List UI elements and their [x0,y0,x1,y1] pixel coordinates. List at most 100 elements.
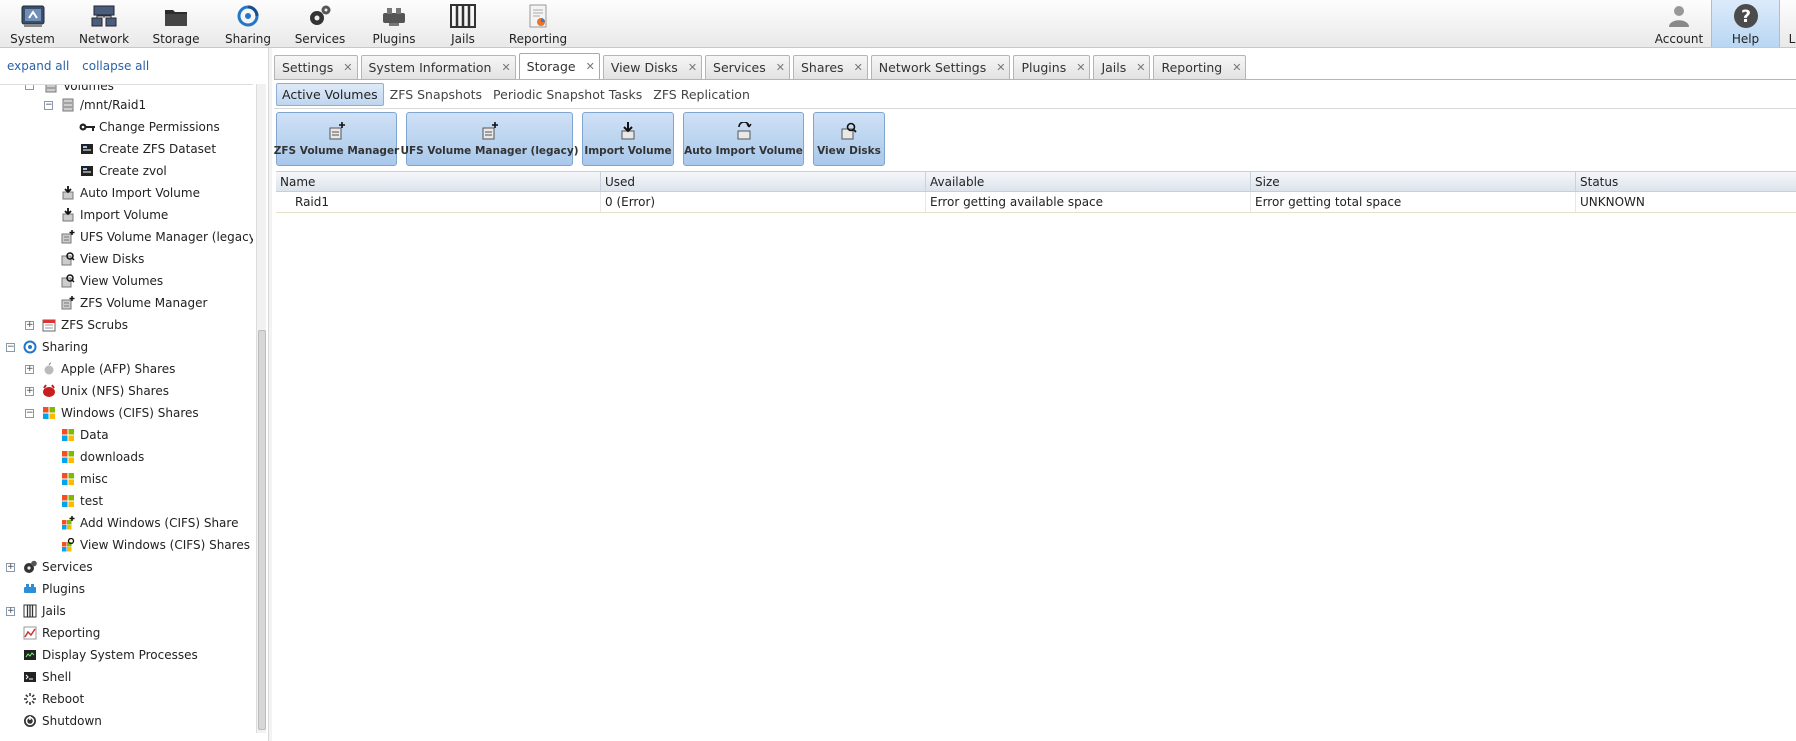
close-icon[interactable]: ✕ [688,61,697,74]
toolbar-help-button[interactable]: ? Help [1711,0,1780,47]
tree-node-sharing[interactable]: Sharing [22,337,88,357]
tab-shares[interactable]: Shares ✕ [792,55,868,79]
toolbar-sharing-button[interactable]: Sharing [223,0,273,47]
close-icon[interactable]: ✕ [1232,61,1241,74]
tree-node-share-test[interactable]: test [60,491,103,511]
tree-node-shutdown[interactable]: Shutdown [22,711,102,731]
apple-icon [41,361,57,377]
windows-icon [41,405,57,421]
volume-add-icon [480,121,500,141]
subtab-periodic-snapshot-tasks[interactable]: Periodic Snapshot Tasks [488,84,647,105]
tree-node-reporting[interactable]: Reporting [22,623,100,643]
tree-toggle-nfs[interactable]: + [25,387,34,396]
tree-node-display-system-processes[interactable]: Display System Processes [22,645,198,665]
tree-node-auto-import-volume[interactable]: Auto Import Volume [60,183,200,203]
cell-size: Error getting total space [1251,192,1576,212]
tree-node-share-misc[interactable]: misc [60,469,108,489]
tree-controls: expand all collapse all [7,59,158,73]
close-icon[interactable]: ✕ [586,60,595,73]
tree-node-mnt-raid1[interactable]: /mnt/Raid1 [60,95,146,115]
close-icon[interactable]: ✕ [1136,61,1145,74]
tree-scrollbar[interactable] [256,84,266,733]
tree-toggle-services[interactable]: + [6,563,15,572]
tab-plugins[interactable]: Plugins ✕ [1013,55,1091,79]
volume-add-icon [327,121,347,141]
tree-node-shell[interactable]: Shell [22,667,71,687]
tree-toggle-afp[interactable]: + [25,365,34,374]
view-disks-button[interactable]: View Disks [813,112,885,166]
tab-storage[interactable]: Storage ✕ [518,53,600,79]
close-icon[interactable]: ✕ [1076,61,1085,74]
table-row[interactable]: Raid1 0 (Error) Error getting available … [276,192,1796,213]
tree-node-view-cifs-shares[interactable]: View Windows (CIFS) Shares [60,535,250,555]
toolbar-system-button[interactable]: System [10,0,55,47]
cell-name: Raid1 [276,192,601,212]
tree-node-view-volumes[interactable]: View Volumes [60,271,163,291]
tree-node-ufs-volume-manager[interactable]: UFS Volume Manager (legacy) [60,227,253,247]
toolbar-storage-button[interactable]: Storage [150,0,202,47]
tree-toggle-sharing[interactable]: − [6,343,15,352]
close-icon[interactable]: ✕ [996,61,1005,74]
close-icon[interactable]: ✕ [776,61,785,74]
tree-node-import-volume[interactable]: Import Volume [60,205,168,225]
column-header-available[interactable]: Available [926,172,1251,191]
tab-settings[interactable]: Settings ✕ [274,55,358,79]
subtab-active-volumes[interactable]: Active Volumes [276,82,384,106]
sharing-icon [235,3,261,29]
toolbar-services-button[interactable]: Services [293,0,347,47]
tree-node-nfs-shares[interactable]: Unix (NFS) Shares [41,381,169,401]
tree-node-share-downloads[interactable]: downloads [60,447,144,467]
tree-node-create-zvol[interactable]: Create zvol [79,161,167,181]
ufs-volume-manager-button[interactable]: UFS Volume Manager (legacy) [400,112,579,166]
tree-node-cifs-shares[interactable]: Windows (CIFS) Shares [41,403,199,423]
tree-node-jails[interactable]: Jails [22,601,66,621]
expand-all-link[interactable]: expand all [7,59,69,73]
subtab-zfs-snapshots[interactable]: ZFS Snapshots [385,84,487,105]
column-header-status[interactable]: Status [1576,172,1796,191]
tree-toggle-zfs-scrubs[interactable]: + [25,321,34,330]
tab-jails[interactable]: Jails ✕ [1093,55,1151,79]
auto-import-volume-button[interactable]: Auto Import Volume [683,112,804,166]
tree-toggle-mnt-raid1[interactable]: − [44,101,53,110]
tree-node-change-permissions[interactable]: Change Permissions [79,117,220,137]
tree-node-view-disks[interactable]: View Disks [60,249,144,269]
close-icon[interactable]: ✕ [343,61,352,74]
tab-view-disks[interactable]: View Disks ✕ [602,55,703,79]
tab-reporting[interactable]: Reporting ✕ [1153,55,1247,79]
toolbar-reporting-button[interactable]: Reporting [508,0,568,47]
close-icon[interactable]: ✕ [854,61,863,74]
tree-node-services[interactable]: Services [22,557,93,577]
toolbar-plugins-button[interactable]: Plugins [370,0,418,47]
column-header-name[interactable]: Name [276,172,601,191]
toolbar-network-button[interactable]: Network [79,0,129,47]
zfs-volume-manager-button[interactable]: ZFS Volume Manager [274,112,399,166]
table-header: Name Used Available Size Status [276,171,1796,192]
collapse-all-link[interactable]: collapse all [82,59,149,73]
tree-node-zfs-scrubs[interactable]: ZFS Scrubs [41,315,128,335]
tab-network-settings[interactable]: Network Settings ✕ [870,55,1011,79]
toolbar-jails-button[interactable]: Jails [446,0,480,47]
tree-node-afp-shares[interactable]: Apple (AFP) Shares [41,359,175,379]
tree-node-reboot[interactable]: Reboot [22,689,84,709]
toolbar-account-button[interactable]: Account [1654,0,1704,47]
column-header-size[interactable]: Size [1251,172,1576,191]
tree-scrollbar-thumb[interactable] [258,330,266,730]
panel-splitter[interactable] [268,48,272,741]
tree-node-share-data[interactable]: Data [60,425,109,445]
tree-node-add-cifs-share[interactable]: Add Windows (CIFS) Share [60,513,238,533]
subtab-zfs-replication[interactable]: ZFS Replication [648,84,755,105]
close-icon[interactable]: ✕ [501,61,510,74]
jails-icon [22,603,38,619]
tab-system-information[interactable]: System Information ✕ [360,55,516,79]
column-header-used[interactable]: Used [601,172,926,191]
tab-services[interactable]: Services ✕ [705,55,790,79]
tree-toggle-volumes[interactable]: − [25,85,34,90]
toolbar-logout-button[interactable]: L [1788,0,1796,47]
tree-node-zfs-volume-manager[interactable]: ZFS Volume Manager [60,293,207,313]
tree-node-plugins[interactable]: Plugins [22,579,85,599]
tree-toggle-cifs[interactable]: − [25,409,34,418]
cell-available: Error getting available space [926,192,1251,212]
tree-toggle-jails[interactable]: + [6,607,15,616]
tree-node-create-zfs-dataset[interactable]: Create ZFS Dataset [79,139,216,159]
import-volume-button[interactable]: Import Volume [582,112,674,166]
